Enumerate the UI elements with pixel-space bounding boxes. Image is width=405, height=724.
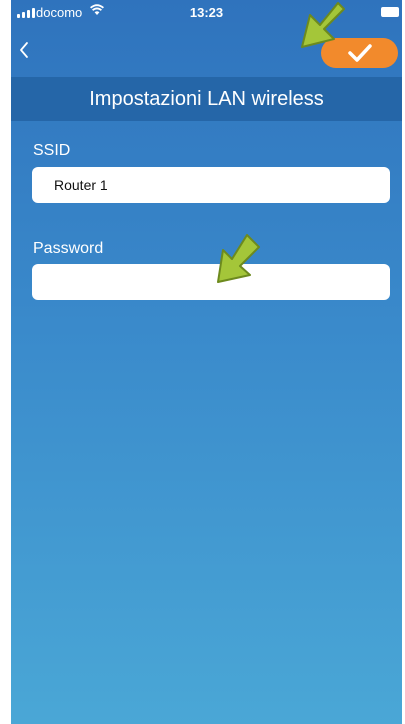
app-screen: docomo 13:23 Impostazioni LAN wireless S… [11,0,402,724]
ssid-label: SSID [33,142,71,159]
header-bar: Impostazioni LAN wireless [11,77,402,121]
annotation-arrow-icon [301,2,345,48]
page-title: Impostazioni LAN wireless [89,87,324,110]
checkmark-icon [347,44,372,62]
back-chevron-icon[interactable] [19,41,29,59]
password-label: Password [33,240,104,257]
battery-icon [381,7,399,17]
ssid-input[interactable] [32,167,390,203]
annotation-arrow-icon [217,234,260,283]
